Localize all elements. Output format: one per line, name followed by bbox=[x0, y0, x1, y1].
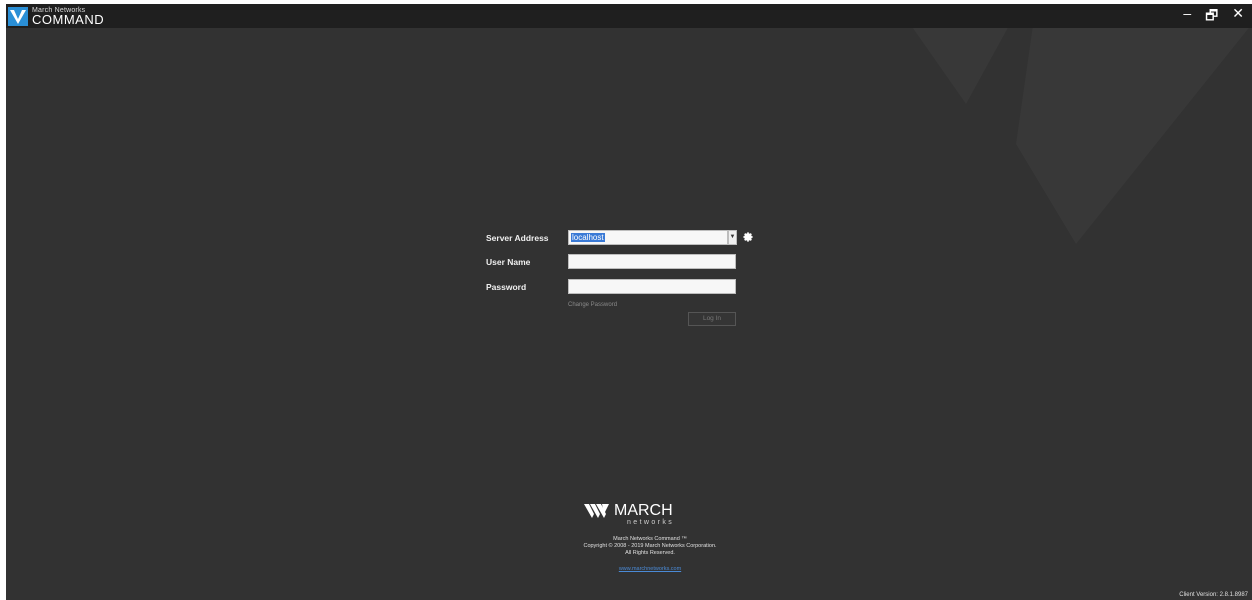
app-window: March Networks COMMAND – 🗗 ✕ Server Addr… bbox=[6, 4, 1252, 600]
server-dropdown-button[interactable]: ▼ bbox=[728, 230, 737, 245]
user-name-input[interactable] bbox=[568, 254, 736, 269]
title-bar: March Networks COMMAND – 🗗 ✕ bbox=[6, 4, 1252, 28]
server-address-row: Server Address localhost ▼ bbox=[486, 230, 786, 246]
website-link[interactable]: www.marchnetworks.com bbox=[619, 566, 681, 572]
password-input[interactable] bbox=[568, 279, 736, 294]
march-networks-logo-icon bbox=[8, 7, 28, 26]
password-row: Password bbox=[486, 279, 786, 295]
copyright-block: March Networks Command ™ Copyright © 200… bbox=[526, 536, 774, 557]
rights-text: All Rights Reserved. bbox=[625, 550, 675, 556]
close-button[interactable]: ✕ bbox=[1232, 5, 1244, 29]
logo-subtext: networks bbox=[627, 519, 674, 526]
chevron-down-icon: ▼ bbox=[729, 234, 736, 240]
log-in-button[interactable]: Log In bbox=[688, 312, 736, 326]
footer: MARCH networks March Networks Command ™ … bbox=[526, 496, 774, 575]
server-address-value: localhost bbox=[571, 233, 605, 242]
change-password-link[interactable]: Change Password bbox=[568, 302, 617, 308]
window-controls: – 🗗 ✕ bbox=[1183, 5, 1244, 29]
gear-icon[interactable] bbox=[742, 231, 754, 243]
march-networks-brand-logo: MARCH networks bbox=[584, 502, 674, 526]
app-logo: March Networks COMMAND bbox=[32, 7, 104, 26]
restore-button[interactable]: 🗗 bbox=[1205, 5, 1218, 29]
password-label: Password bbox=[486, 282, 527, 292]
product-name: COMMAND bbox=[32, 12, 105, 27]
user-name-label: User Name bbox=[486, 257, 531, 267]
logo-wordmark: MARCH bbox=[614, 502, 673, 519]
product-line: March Networks Command ™ bbox=[613, 536, 687, 542]
server-address-field[interactable]: localhost bbox=[568, 230, 728, 245]
server-address-label: Server Address bbox=[486, 233, 549, 243]
copyright-text: Copyright © 2008 - 2019 March Networks C… bbox=[583, 543, 717, 549]
minimize-button[interactable]: – bbox=[1183, 5, 1191, 29]
user-name-row: User Name bbox=[486, 254, 786, 270]
client-version: Client Version: 2.8.1.8987 bbox=[1179, 592, 1248, 598]
